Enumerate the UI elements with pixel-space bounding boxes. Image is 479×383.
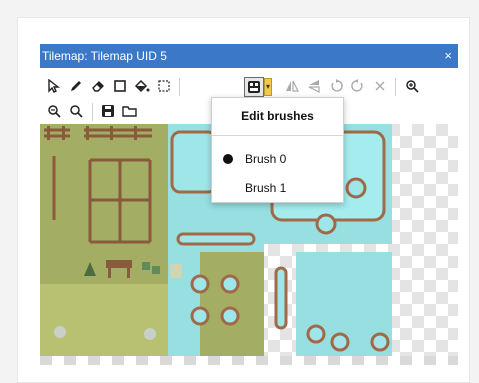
checker-strip — [40, 356, 458, 365]
brush-menu: Edit brushes Brush 0 Brush 1 — [211, 97, 344, 203]
menu-item-label: Brush 1 — [245, 181, 287, 195]
window-title: Tilemap: Tilemap UID 5 — [42, 49, 167, 63]
menu-item-brush-0[interactable]: Brush 0 — [212, 148, 343, 170]
pencil-icon[interactable] — [66, 76, 86, 96]
zoom-out-icon[interactable] — [44, 101, 64, 121]
flip-horizontal-icon[interactable] — [282, 76, 302, 96]
brush-menu-title: Edit brushes — [241, 109, 314, 123]
open-folder-icon[interactable] — [120, 101, 140, 121]
rotate-left-icon[interactable] — [326, 76, 346, 96]
flip-vertical-icon[interactable] — [304, 76, 324, 96]
clear-icon[interactable] — [370, 76, 390, 96]
toolbar-separator — [92, 103, 93, 121]
fill-bucket-icon[interactable] — [132, 76, 152, 96]
selection-rect-icon[interactable] — [154, 76, 174, 96]
window-titlebar[interactable]: Tilemap: Tilemap UID 5 × — [40, 44, 458, 68]
brush-icon[interactable] — [244, 77, 264, 97]
menu-item-label: Brush 0 — [245, 152, 287, 166]
select-icon[interactable] — [44, 76, 64, 96]
toolbar-separator — [395, 78, 396, 96]
menu-divider — [212, 135, 343, 136]
menu-item-brush-1[interactable]: Brush 1 — [212, 177, 343, 199]
zoom-reset-icon[interactable] — [66, 101, 86, 121]
brush-dropdown-icon[interactable]: ▾ — [264, 78, 272, 96]
zoom-in-icon[interactable] — [402, 76, 422, 96]
save-icon[interactable] — [98, 101, 118, 121]
close-icon[interactable]: × — [444, 44, 452, 68]
rotate-right-icon[interactable] — [348, 76, 368, 96]
toolbar-separator — [179, 78, 180, 96]
rectangle-icon[interactable] — [110, 76, 130, 96]
selected-dot-icon — [223, 154, 233, 164]
eraser-icon[interactable] — [88, 76, 108, 96]
